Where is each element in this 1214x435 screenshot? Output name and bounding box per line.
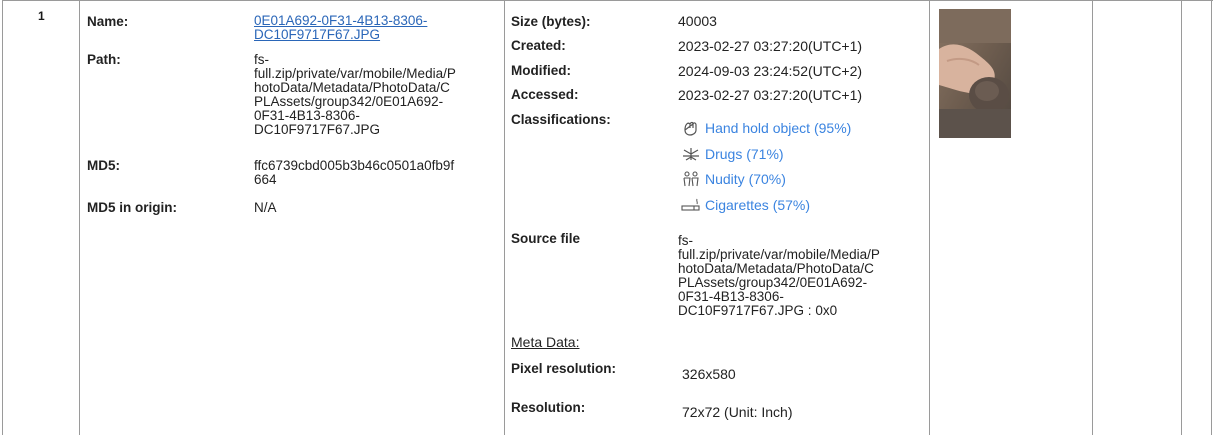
source-file-line: hotoData/Metadata/PhotoData/C xyxy=(678,261,874,276)
source-file-line: PLAssets/group342/0E01A692- xyxy=(678,275,868,290)
cannabis-leaf-icon xyxy=(683,148,699,161)
classification-item[interactable]: Cigarettes (57%) xyxy=(681,197,810,213)
accessed-label: Accessed: xyxy=(511,87,579,102)
md5-origin-label: MD5 in origin: xyxy=(87,200,177,215)
name-label: Name: xyxy=(87,14,129,29)
path-line: PLAssets/group342/0E01A692- xyxy=(254,94,444,109)
modified-label: Modified: xyxy=(511,63,571,78)
meta-data-header: Meta Data: xyxy=(511,334,580,350)
path-line: DC10F9717F67.JPG xyxy=(254,122,381,137)
col-index xyxy=(3,1,80,435)
path-line: full.zip/private/var/mobile/Media/P xyxy=(254,66,456,81)
classifications-label: Classifications: xyxy=(511,112,611,127)
md5-label: MD5: xyxy=(87,158,120,173)
name-line[interactable]: 0E01A692-0F31-4B13-8306- xyxy=(254,14,427,28)
classification-label[interactable]: Hand hold object (95%) xyxy=(705,120,851,136)
path-label: Path: xyxy=(87,52,121,67)
pixel-resolution-label: Pixel resolution: xyxy=(511,361,617,376)
image-thumbnail[interactable] xyxy=(939,9,1011,138)
path-line: fs- xyxy=(254,52,269,67)
pixel-resolution-value: 326x580 xyxy=(682,366,736,382)
resolution-value: 72x72 (Unit: Inch) xyxy=(682,404,793,420)
name-line[interactable]: DC10F9717F67.JPG xyxy=(254,28,427,42)
source-file-line: full.zip/private/var/mobile/Media/P xyxy=(678,247,880,262)
classification-item[interactable]: Hand hold object (95%) xyxy=(681,120,851,136)
source-file-value: fs- full.zip/private/var/mobile/Media/P … xyxy=(678,234,880,318)
path-value: fs- full.zip/private/var/mobile/Media/P … xyxy=(254,53,456,137)
size-label: Size (bytes): xyxy=(511,14,591,29)
hand-icon xyxy=(684,121,697,136)
col-extra-2 xyxy=(1182,1,1212,435)
classification-item[interactable]: Nudity (70%) xyxy=(681,171,786,187)
classification-item[interactable]: Drugs (71%) xyxy=(681,146,784,162)
cigarette-icon xyxy=(681,198,700,211)
path-line: 0F31-4B13-8306- xyxy=(254,108,360,123)
created-label: Created: xyxy=(511,38,566,53)
path-line: hotoData/Metadata/PhotoData/C xyxy=(254,80,450,95)
source-file-label: Source file xyxy=(511,231,581,246)
classification-label[interactable]: Drugs (71%) xyxy=(705,146,784,162)
resolution-label: Resolution: xyxy=(511,400,586,415)
modified-value: 2024-09-03 23:24:52(UTC+2) xyxy=(678,63,863,79)
classification-label[interactable]: Nudity (70%) xyxy=(705,171,786,187)
source-file-line: DC10F9717F67.JPG : 0x0 xyxy=(678,303,838,318)
row-number: 1 xyxy=(38,9,45,23)
created-value: 2023-02-27 03:27:20(UTC+1) xyxy=(678,38,863,54)
md5-origin-value: N/A xyxy=(254,200,277,215)
thumbnail-photo xyxy=(939,9,1011,138)
name-link[interactable]: 0E01A692-0F31-4B13-8306- DC10F9717F67.JP… xyxy=(254,14,427,42)
nudity-figures-icon xyxy=(683,171,699,187)
col-extra-1 xyxy=(1093,1,1182,435)
classification-label[interactable]: Cigarettes (57%) xyxy=(705,197,810,213)
size-value: 40003 xyxy=(678,13,717,29)
source-file-line: fs- xyxy=(678,233,693,248)
md5-line: ffc6739cbd005b3b46c0501a0fb9f xyxy=(254,158,455,173)
md5-line: 664 xyxy=(254,172,277,187)
md5-value: ffc6739cbd005b3b46c0501a0fb9f 664 xyxy=(254,159,454,187)
source-file-line: 0F31-4B13-8306- xyxy=(678,289,784,304)
accessed-value: 2023-02-27 03:27:20(UTC+1) xyxy=(678,87,863,103)
